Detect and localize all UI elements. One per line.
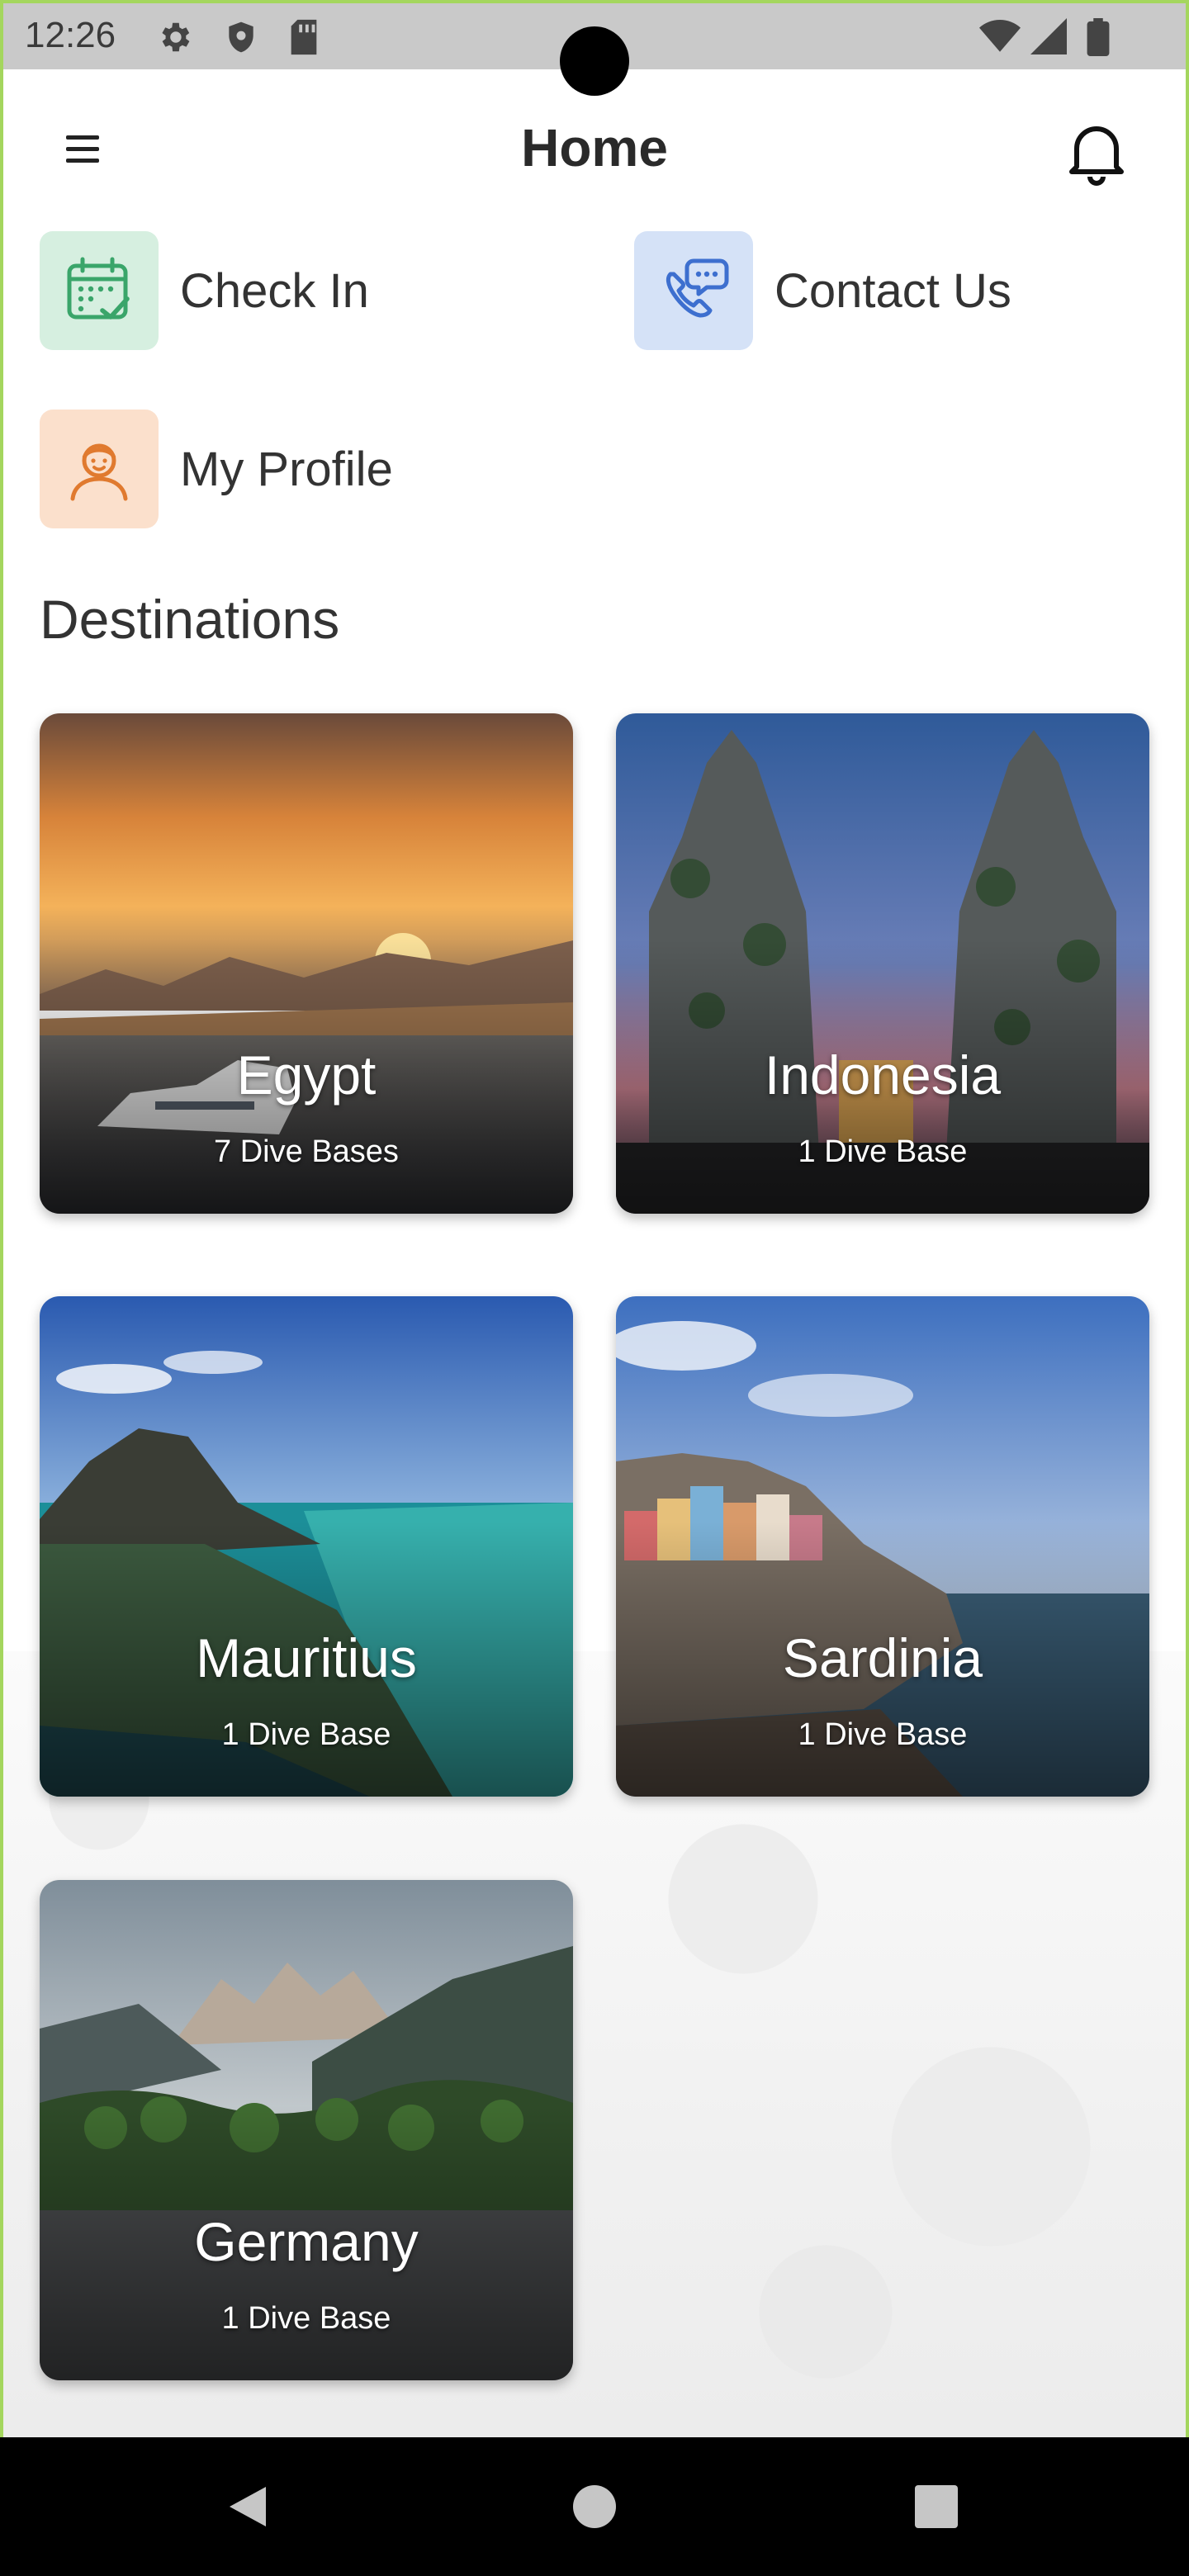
destination-name: Germany [194, 2211, 419, 2272]
recents-icon[interactable] [870, 2437, 1002, 2576]
destination-name: Sardinia [782, 1627, 983, 1688]
status-time: 12:26 [25, 15, 116, 55]
phone-chat-icon [634, 231, 753, 350]
contact-us-label: Contact Us [775, 263, 1011, 318]
back-icon[interactable] [183, 2437, 315, 2576]
destination-name: Indonesia [764, 1044, 1002, 1106]
person-icon [40, 410, 159, 528]
check-in-label: Check In [180, 263, 369, 318]
page-title: Home [521, 118, 668, 178]
destinations-heading: Destinations [40, 589, 340, 650]
destination-card-sardinia[interactable]: Sardinia 1 Dive Base [616, 1296, 1149, 1797]
bell-icon[interactable] [1063, 117, 1130, 187]
destination-subtitle: 1 Dive Base [798, 1717, 968, 1752]
destination-subtitle: 1 Dive Base [798, 1134, 968, 1169]
battery-icon [1087, 18, 1110, 60]
destination-name: Mauritius [196, 1627, 417, 1688]
destination-card-mauritius[interactable]: Mauritius 1 Dive Base [40, 1296, 573, 1797]
destination-card-germany[interactable]: Germany 1 Dive Base [40, 1880, 573, 2380]
calendar-check-icon [40, 231, 159, 350]
home-icon[interactable] [528, 2437, 661, 2576]
system-nav-bar [0, 2437, 1189, 2576]
camera-cutout [560, 26, 629, 96]
destination-subtitle: 1 Dive Base [221, 1717, 391, 1752]
destination-card-egypt[interactable]: Egypt 7 Dive Bases [40, 713, 573, 1214]
wifi-icon [979, 18, 1021, 59]
contact-us-button[interactable]: Contact Us [634, 231, 1011, 350]
destination-card-indonesia[interactable]: Indonesia 1 Dive Base [616, 713, 1149, 1214]
destination-subtitle: 7 Dive Bases [214, 1134, 399, 1169]
shield-icon [223, 18, 259, 60]
sd-card-icon [287, 18, 320, 60]
gear-icon [155, 18, 193, 60]
my-profile-label: My Profile [180, 442, 393, 496]
my-profile-button[interactable]: My Profile [40, 410, 393, 528]
destination-subtitle: 1 Dive Base [221, 2301, 391, 2336]
check-in-button[interactable]: Check In [40, 231, 369, 350]
signal-icon [1030, 18, 1067, 59]
destination-name: Egypt [236, 1044, 377, 1106]
